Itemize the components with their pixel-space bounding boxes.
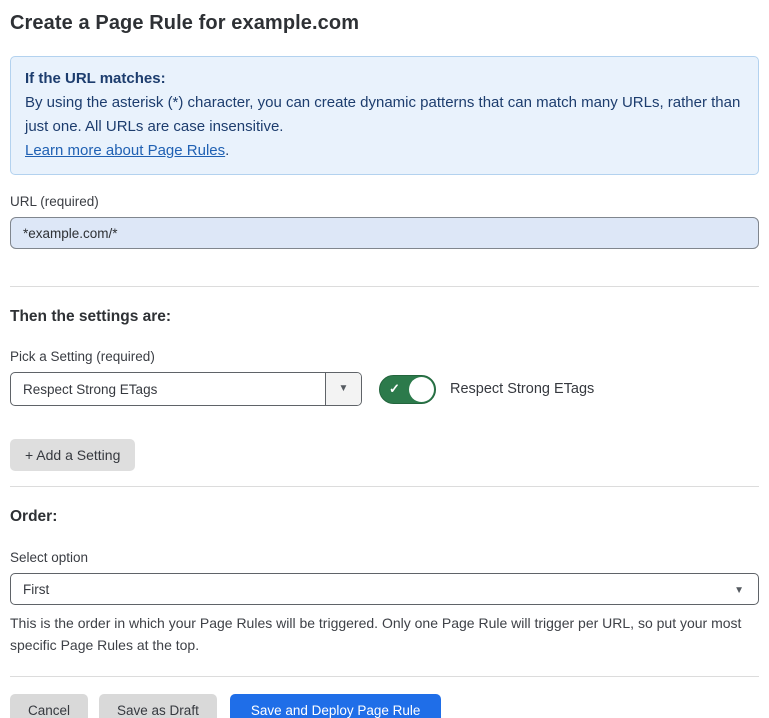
info-box-heading: If the URL matches: [25,67,744,91]
page-title: Create a Page Rule for example.com [10,12,759,35]
url-input[interactable] [10,217,759,249]
info-box-body: By using the asterisk (*) character, you… [25,91,744,139]
divider [10,676,759,677]
order-section-heading: Order: [10,508,759,526]
add-setting-button[interactable]: + Add a Setting [10,439,135,471]
divider [10,486,759,487]
order-select-value: First [11,582,734,597]
chevron-down-icon: ▼ [734,580,758,598]
info-box-link-line: Learn more about Page Rules. [25,139,744,163]
order-select-label: Select option [10,550,759,565]
pick-setting-label: Pick a Setting (required) [10,349,759,364]
check-icon: ✓ [389,382,400,395]
create-page-rule-form: Create a Page Rule for example.com If th… [0,0,769,718]
save-as-draft-button[interactable]: Save as Draft [99,694,217,718]
order-select[interactable]: First ▼ [10,573,759,605]
learn-more-link[interactable]: Learn more about Page Rules [25,142,225,159]
footer-actions: Cancel Save as Draft Save and Deploy Pag… [10,694,759,718]
link-period: . [225,142,229,159]
settings-section-heading: Then the settings are: [10,308,759,326]
cancel-button[interactable]: Cancel [10,694,88,718]
respect-strong-etags-toggle[interactable]: ✓ [379,375,436,404]
order-help-text: This is the order in which your Page Rul… [10,612,755,656]
toggle-knob [409,377,434,402]
setting-dropdown[interactable]: Respect Strong ETags ▼ [10,372,362,406]
url-field-label: URL (required) [10,194,759,209]
toggle-label: Respect Strong ETags [450,381,594,397]
divider [10,286,759,287]
url-matches-info-box: If the URL matches: By using the asteris… [10,56,759,175]
setting-dropdown-arrow-button[interactable]: ▼ [325,373,361,405]
setting-row: Respect Strong ETags ▼ ✓ Respect Strong … [10,372,759,406]
chevron-down-icon: ▼ [339,384,349,394]
save-and-deploy-button[interactable]: Save and Deploy Page Rule [230,694,442,718]
setting-dropdown-value: Respect Strong ETags [11,373,325,405]
